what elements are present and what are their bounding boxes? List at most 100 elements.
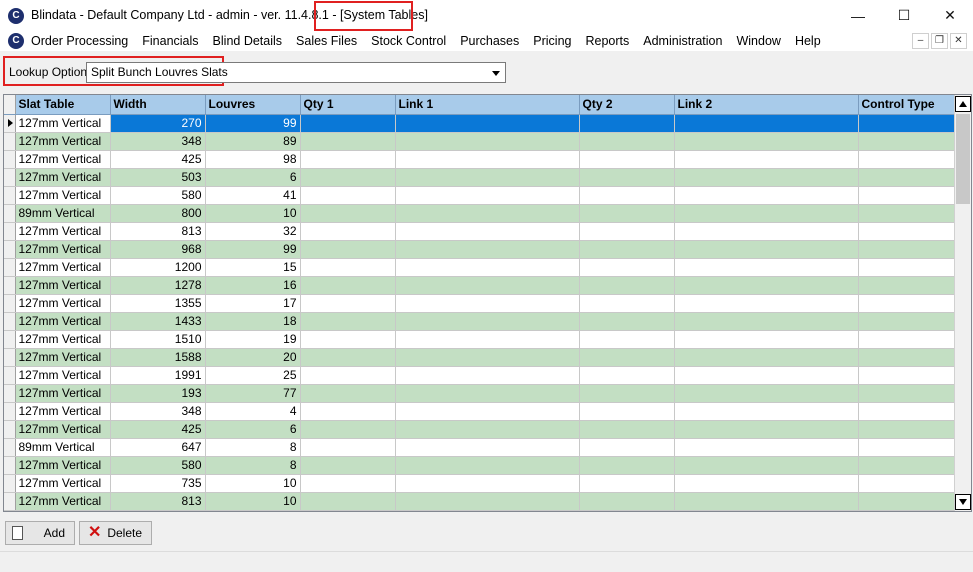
cell-link-1[interactable] [395,330,580,349]
cell-louvres[interactable]: 77 [205,384,301,403]
menu-item-window[interactable]: Window [729,31,787,51]
table-row[interactable]: 89mm Vertical 800 10 [4,204,955,223]
cell-qty-1[interactable] [300,312,396,331]
cell-link-1[interactable] [395,222,580,241]
row-selector[interactable] [4,150,16,169]
cell-slat-table[interactable]: 127mm Vertical [15,312,111,331]
mdi-close-button[interactable]: ✕ [950,33,967,49]
menu-item-financials[interactable]: Financials [135,31,205,51]
cell-qty-2[interactable] [579,402,675,421]
row-selector[interactable] [4,384,16,403]
cell-link-2[interactable] [674,276,859,295]
cell-control-type[interactable] [858,258,955,277]
row-selector[interactable] [4,240,16,259]
menu-item-pricing[interactable]: Pricing [526,31,578,51]
cell-control-type[interactable] [858,474,955,493]
column-header-louvres[interactable]: Louvres [205,95,301,115]
row-selector[interactable] [4,258,16,277]
cell-control-type[interactable] [858,204,955,223]
cell-qty-1[interactable] [300,474,396,493]
cell-control-type[interactable] [858,492,955,511]
scroll-down-arrow-icon[interactable] [955,494,971,510]
cell-width[interactable]: 193 [110,384,206,403]
cell-width[interactable]: 800 [110,204,206,223]
cell-qty-2[interactable] [579,114,675,133]
cell-qty-2[interactable] [579,204,675,223]
cell-louvres[interactable]: 10 [205,492,301,511]
cell-link-2[interactable] [674,492,859,511]
cell-link-1[interactable] [395,240,580,259]
cell-qty-1[interactable] [300,258,396,277]
cell-link-2[interactable] [674,420,859,439]
cell-slat-table[interactable]: 89mm Vertical [15,204,111,223]
cell-width[interactable]: 1355 [110,294,206,313]
row-selector[interactable] [4,420,16,439]
row-selector[interactable] [4,276,16,295]
table-row[interactable]: 127mm Vertical 735 10 [4,474,955,493]
row-selector[interactable] [4,168,16,187]
table-row[interactable]: 127mm Vertical 1355 17 [4,294,955,313]
cell-width[interactable]: 968 [110,240,206,259]
cell-louvres[interactable]: 10 [205,204,301,223]
cell-width[interactable]: 425 [110,150,206,169]
cell-link-2[interactable] [674,294,859,313]
cell-link-1[interactable] [395,438,580,457]
scroll-up-arrow-icon[interactable] [955,96,971,112]
cell-qty-2[interactable] [579,258,675,277]
cell-louvres[interactable]: 4 [205,402,301,421]
row-selector[interactable] [4,204,16,223]
cell-qty-1[interactable] [300,330,396,349]
cell-qty-2[interactable] [579,366,675,385]
cell-width[interactable]: 813 [110,492,206,511]
table-row[interactable]: 127mm Vertical 348 4 [4,402,955,421]
row-selector[interactable] [4,492,16,511]
cell-link-2[interactable] [674,114,859,133]
cell-slat-table[interactable]: 127mm Vertical [15,114,111,133]
table-row[interactable]: 127mm Vertical 813 10 [4,492,955,511]
cell-slat-table[interactable]: 127mm Vertical [15,384,111,403]
cell-qty-2[interactable] [579,330,675,349]
cell-slat-table[interactable]: 127mm Vertical [15,456,111,475]
column-header-link-2[interactable]: Link 2 [674,95,859,115]
cell-qty-2[interactable] [579,312,675,331]
cell-width[interactable]: 813 [110,222,206,241]
cell-width[interactable]: 348 [110,132,206,151]
row-selector[interactable] [4,456,16,475]
lookup-option-select[interactable]: Split Bunch Louvres Slats [86,62,506,83]
add-button[interactable]: Add [5,521,75,545]
cell-link-1[interactable] [395,168,580,187]
cell-qty-1[interactable] [300,366,396,385]
cell-louvres[interactable]: 25 [205,366,301,385]
cell-qty-1[interactable] [300,186,396,205]
menu-item-administration[interactable]: Administration [636,31,729,51]
cell-louvres[interactable]: 6 [205,420,301,439]
cell-slat-table[interactable]: 127mm Vertical [15,348,111,367]
cell-link-1[interactable] [395,276,580,295]
cell-link-2[interactable] [674,438,859,457]
cell-width[interactable]: 1588 [110,348,206,367]
cell-link-2[interactable] [674,150,859,169]
cell-slat-table[interactable]: 89mm Vertical [15,438,111,457]
cell-slat-table[interactable]: 127mm Vertical [15,258,111,277]
cell-qty-1[interactable] [300,384,396,403]
cell-control-type[interactable] [858,276,955,295]
cell-louvres[interactable]: 10 [205,474,301,493]
cell-qty-1[interactable] [300,276,396,295]
cell-width[interactable]: 425 [110,420,206,439]
cell-louvres[interactable]: 32 [205,222,301,241]
column-header-width[interactable]: Width [110,95,206,115]
minimize-button[interactable]: — [835,0,881,31]
chevron-down-icon[interactable] [492,71,500,76]
cell-width[interactable]: 1433 [110,312,206,331]
cell-link-2[interactable] [674,312,859,331]
cell-control-type[interactable] [858,168,955,187]
cell-qty-2[interactable] [579,492,675,511]
menu-item-stock-control[interactable]: Stock Control [364,31,453,51]
vertical-scrollbar[interactable] [954,95,971,511]
cell-control-type[interactable] [858,150,955,169]
cell-width[interactable]: 1510 [110,330,206,349]
cell-louvres[interactable]: 15 [205,258,301,277]
cell-link-1[interactable] [395,150,580,169]
cell-link-1[interactable] [395,186,580,205]
cell-width[interactable]: 348 [110,402,206,421]
